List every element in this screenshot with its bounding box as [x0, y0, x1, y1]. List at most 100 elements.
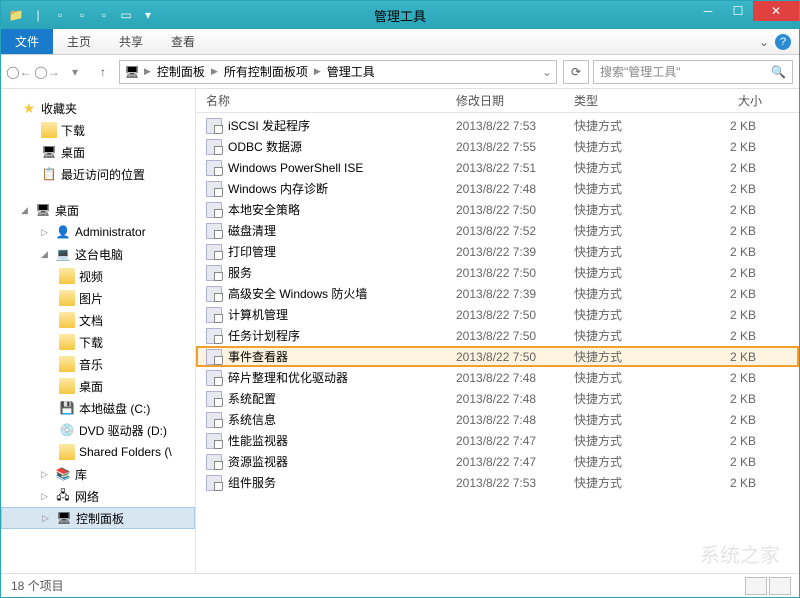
file-row[interactable]: Windows PowerShell ISE2013/8/22 7:51快捷方式… [196, 157, 799, 178]
file-row[interactable]: 本地安全策略2013/8/22 7:50快捷方式2 KB [196, 199, 799, 220]
navigation-pane[interactable]: ★收藏夹 下载 🖥桌面 📋最近访问的位置 ◢🖥桌面 ▷👤Administrato… [1, 89, 196, 573]
qat-properties-icon[interactable]: ▫ [51, 6, 69, 24]
qat-new-icon[interactable]: ▫ [95, 6, 113, 24]
tab-view[interactable]: 查看 [157, 29, 209, 54]
file-size: 2 KB [692, 329, 762, 343]
file-tab[interactable]: 文件 [1, 29, 53, 54]
recent-dropdown[interactable]: ▾ [63, 60, 87, 84]
breadcrumb-item[interactable]: 管理工具 [325, 63, 377, 80]
file-row[interactable]: 计算机管理2013/8/22 7:50快捷方式2 KB [196, 304, 799, 325]
breadcrumb-item[interactable]: 控制面板 [155, 63, 207, 80]
folder-icon [59, 268, 75, 284]
file-size: 2 KB [692, 350, 762, 364]
nav-shared[interactable]: Shared Folders (\ [1, 441, 195, 463]
search-input[interactable]: 搜索"管理工具" 🔍 [593, 60, 793, 84]
expand-icon[interactable]: ◢ [21, 205, 31, 216]
nav-videos[interactable]: 视频 [1, 265, 195, 287]
breadcrumb-dropdown[interactable]: ⌄ [542, 65, 552, 79]
file-row[interactable]: 任务计划程序2013/8/22 7:50快捷方式2 KB [196, 325, 799, 346]
column-type[interactable]: 类型 [574, 92, 692, 109]
file-list[interactable]: iSCSI 发起程序2013/8/22 7:53快捷方式2 KBODBC 数据源… [196, 113, 799, 573]
nav-desktop2[interactable]: 桌面 [1, 375, 195, 397]
file-row[interactable]: 系统信息2013/8/22 7:48快捷方式2 KB [196, 409, 799, 430]
view-icons-button[interactable] [769, 577, 791, 595]
nav-libraries[interactable]: ▷📚库 [1, 463, 195, 485]
expand-icon[interactable]: ▷ [41, 227, 51, 238]
file-row[interactable]: 系统配置2013/8/22 7:48快捷方式2 KB [196, 388, 799, 409]
file-row[interactable]: 高级安全 Windows 防火墙2013/8/22 7:39快捷方式2 KB [196, 283, 799, 304]
folder-icon [59, 378, 75, 394]
file-type: 快捷方式 [574, 474, 692, 491]
file-date: 2013/8/22 7:39 [456, 245, 574, 259]
column-name[interactable]: 名称 [206, 92, 456, 109]
file-date: 2013/8/22 7:48 [456, 371, 574, 385]
nav-downloads2[interactable]: 下载 [1, 331, 195, 353]
nav-pictures[interactable]: 图片 [1, 287, 195, 309]
file-row[interactable]: 事件查看器2013/8/22 7:50快捷方式2 KB [196, 346, 799, 367]
file-row[interactable]: 服务2013/8/22 7:50快捷方式2 KB [196, 262, 799, 283]
nav-network[interactable]: ▷🖧网络 [1, 485, 195, 507]
nav-administrator[interactable]: ▷👤Administrator [1, 221, 195, 243]
shortcut-icon [206, 370, 222, 386]
back-button[interactable]: ◯← [7, 60, 31, 84]
nav-downloads[interactable]: 下载 [1, 119, 195, 141]
nav-music[interactable]: 音乐 [1, 353, 195, 375]
ribbon-expand-icon[interactable]: ⌄ [759, 35, 769, 49]
qat-open-icon[interactable]: ▫ [73, 6, 91, 24]
nav-desktop-fav[interactable]: 🖥桌面 [1, 141, 195, 163]
file-row[interactable]: 打印管理2013/8/22 7:39快捷方式2 KB [196, 241, 799, 262]
qat-dropdown-icon[interactable]: ▾ [139, 6, 157, 24]
column-size[interactable]: 大小 [692, 92, 762, 109]
file-size: 2 KB [692, 119, 762, 133]
breadcrumb-item[interactable]: 所有控制面板项 [222, 63, 310, 80]
file-row[interactable]: 碎片整理和优化驱动器2013/8/22 7:48快捷方式2 KB [196, 367, 799, 388]
nav-desktop[interactable]: ◢🖥桌面 [1, 199, 195, 221]
file-row[interactable]: 资源监视器2013/8/22 7:47快捷方式2 KB [196, 451, 799, 472]
folder-icon [59, 334, 75, 350]
maximize-button[interactable]: ☐ [723, 1, 753, 21]
close-button[interactable]: ✕ [753, 1, 799, 21]
file-date: 2013/8/22 7:53 [456, 476, 574, 490]
file-row[interactable]: Windows 内存诊断2013/8/22 7:48快捷方式2 KB [196, 178, 799, 199]
shortcut-icon [206, 202, 222, 218]
chevron-icon[interactable]: ▶ [142, 66, 153, 77]
expand-icon[interactable]: ▷ [41, 469, 51, 480]
file-date: 2013/8/22 7:51 [456, 161, 574, 175]
breadcrumb[interactable]: 🖥 ▶ 控制面板 ▶ 所有控制面板项 ▶ 管理工具 ⌄ [119, 60, 557, 84]
file-date: 2013/8/22 7:50 [456, 203, 574, 217]
chevron-icon[interactable]: ▶ [312, 66, 323, 77]
window-title: 管理工具 [374, 6, 426, 25]
nav-drive-d[interactable]: 💿DVD 驱动器 (D:) [1, 419, 195, 441]
file-row[interactable]: iSCSI 发起程序2013/8/22 7:53快捷方式2 KB [196, 115, 799, 136]
shortcut-icon [206, 223, 222, 239]
nav-computer[interactable]: ◢💻这台电脑 [1, 243, 195, 265]
nav-recent[interactable]: 📋最近访问的位置 [1, 163, 195, 185]
expand-icon[interactable]: ◢ [41, 249, 51, 260]
chevron-icon[interactable]: ▶ [209, 66, 220, 77]
file-row[interactable]: ODBC 数据源2013/8/22 7:55快捷方式2 KB [196, 136, 799, 157]
file-row[interactable]: 组件服务2013/8/22 7:53快捷方式2 KB [196, 472, 799, 493]
tab-share[interactable]: 共享 [105, 29, 157, 54]
nav-control-panel[interactable]: ▷🖥控制面板 [1, 507, 195, 529]
tab-home[interactable]: 主页 [53, 29, 105, 54]
qat-rename-icon[interactable]: ▭ [117, 6, 135, 24]
nav-favorites[interactable]: ★收藏夹 [1, 97, 195, 119]
nav-documents[interactable]: 文档 [1, 309, 195, 331]
file-date: 2013/8/22 7:47 [456, 455, 574, 469]
file-name: 打印管理 [228, 243, 456, 260]
file-size: 2 KB [692, 371, 762, 385]
expand-icon[interactable]: ▷ [42, 513, 52, 524]
file-size: 2 KB [692, 266, 762, 280]
refresh-button[interactable]: ⟳ [563, 60, 589, 84]
column-date[interactable]: 修改日期 [456, 92, 574, 109]
expand-icon[interactable]: ▷ [41, 491, 51, 502]
file-row[interactable]: 性能监视器2013/8/22 7:47快捷方式2 KB [196, 430, 799, 451]
view-details-button[interactable] [745, 577, 767, 595]
file-row[interactable]: 磁盘清理2013/8/22 7:52快捷方式2 KB [196, 220, 799, 241]
up-button[interactable]: ↑ [91, 60, 115, 84]
forward-button[interactable]: ◯→ [35, 60, 59, 84]
qat-folder-icon[interactable]: 📁 [7, 6, 25, 24]
help-icon[interactable]: ? [775, 34, 791, 50]
minimize-button[interactable]: ─ [693, 1, 723, 21]
nav-drive-c[interactable]: 💾本地磁盘 (C:) [1, 397, 195, 419]
